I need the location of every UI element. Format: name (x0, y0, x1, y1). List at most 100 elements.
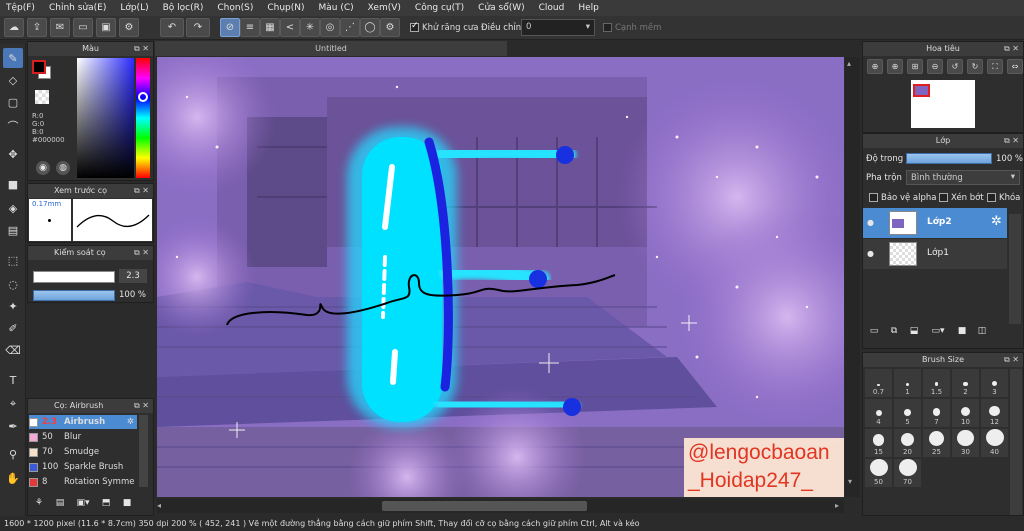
menu-layer[interactable]: Lớp(L) (120, 3, 148, 13)
snap-off-icon[interactable]: ⊘ (220, 18, 240, 37)
brush-item[interactable]: 70 Smudge (29, 445, 137, 459)
menu-capture[interactable]: Chụp(N) (267, 3, 304, 13)
move-tool-icon[interactable]: ✥ (3, 144, 23, 164)
layer-effect-icon[interactable]: ⬓ (906, 326, 922, 342)
scroll-down-icon[interactable]: ▾ (848, 477, 852, 486)
brush-size-scrollbar[interactable] (1010, 369, 1022, 515)
protect-alpha-toggle[interactable]: Bảo vệ alpha (869, 193, 936, 203)
eye-icon[interactable]: ● (867, 249, 874, 258)
layer-list-scrollbar[interactable] (1009, 214, 1021, 324)
fill-tool-icon[interactable]: ◈ (3, 198, 23, 218)
zoom-out-icon[interactable]: ⊖ (927, 59, 943, 74)
zoom-in-icon[interactable]: ⊕ (867, 59, 883, 74)
pen-tool-icon[interactable]: ✒ (3, 416, 23, 436)
menu-filter[interactable]: Bộ lọc(R) (163, 3, 204, 13)
chat-icon[interactable]: ✉ (50, 18, 70, 37)
menu-help[interactable]: Help (578, 3, 599, 13)
panel-close-icon[interactable]: ⧉ ✕ (134, 246, 149, 260)
smooth-edge-checkbox[interactable] (603, 23, 612, 32)
brush-size-option[interactable]: 1.5 (923, 369, 950, 397)
snap-settings-icon[interactable]: ⚙ (380, 18, 400, 37)
panel-close-icon[interactable]: ⧉ ✕ (134, 184, 149, 198)
layer-row-2[interactable]: ● Lớp2 ✲ (863, 208, 1007, 238)
protect-alpha-checkbox[interactable] (869, 193, 878, 202)
brush-size-option[interactable]: 1 (894, 369, 921, 397)
smooth-edge-toggle[interactable]: Cạnh mềm (603, 23, 661, 33)
undo-icon[interactable]: ↶ (160, 18, 184, 37)
clip-toggle[interactable]: Xén bớt (939, 193, 984, 203)
divide-tool-icon[interactable]: ⌖ (3, 394, 23, 414)
adjust-select[interactable]: 0 ▾ (521, 19, 595, 36)
lock-toggle[interactable]: Khóa (987, 193, 1020, 203)
panel-close-icon[interactable]: ⧉ ✕ (1004, 353, 1019, 367)
primary-color-swatch[interactable] (32, 60, 46, 74)
new-layer-icon[interactable]: ▭ (866, 326, 882, 342)
brush-list-scrollbar[interactable] (139, 415, 148, 487)
color-settings-icon[interactable]: ◍ (56, 161, 70, 175)
panel-close-icon[interactable]: ⧉ ✕ (134, 42, 149, 56)
rect-tool-icon[interactable]: ■ (3, 174, 23, 194)
menu-color[interactable]: Màu (C) (319, 3, 354, 13)
delete-brush-icon[interactable]: ⬒ (97, 498, 115, 508)
brush-menu-icon[interactable]: ▣▾ (72, 498, 94, 508)
panel-close-icon[interactable]: ⧉ ✕ (1004, 42, 1019, 56)
select-pen-icon[interactable]: ✐ (3, 318, 23, 338)
panel-close-icon[interactable]: ⧉ ✕ (1004, 134, 1019, 148)
save-icon[interactable]: ▣ (96, 18, 116, 37)
brush-size-option[interactable]: 2 (952, 369, 979, 397)
grid-snap-icon[interactable]: ▦ (260, 18, 280, 37)
flip-icon[interactable]: ⇔ (1007, 59, 1023, 74)
menu-tools[interactable]: Công cụ(T) (415, 3, 464, 13)
brush-size-value[interactable]: 2.3 (119, 269, 147, 283)
layer-opacity-slider[interactable] (906, 153, 992, 164)
clip-checkbox[interactable] (939, 193, 948, 202)
layer-row-1[interactable]: ● Lớp1 (863, 239, 1007, 269)
reset-rotation-icon[interactable]: ⛶ (987, 59, 1003, 74)
brush-size-option[interactable]: 4 (865, 399, 892, 427)
add-brush-icon[interactable]: ⚘ (30, 498, 48, 508)
brush-size-option[interactable]: 40 (981, 429, 1008, 457)
brush-size-option[interactable]: 25 (923, 429, 950, 457)
scroll-right-icon[interactable]: ▸ (835, 501, 843, 511)
brush-size-option[interactable]: 5 (894, 399, 921, 427)
antialias-checkbox[interactable] (410, 21, 419, 32)
transparent-color-icon[interactable] (35, 90, 49, 104)
lock-checkbox[interactable] (987, 193, 996, 202)
drawing-canvas[interactable]: @lengocbaoan _Hoidap247_ (157, 57, 844, 497)
export-icon[interactable]: ⇪ (27, 18, 47, 37)
parallel-snap-icon[interactable]: ≡ (240, 18, 260, 37)
blend-mode-select[interactable]: Bình thường ▾ (906, 170, 1020, 185)
gradient-tool-icon[interactable]: ▤ (3, 220, 23, 240)
menu-cloud[interactable]: Cloud (539, 3, 565, 13)
radial-snap-icon[interactable]: ✳ (300, 18, 320, 37)
rotate-left-icon[interactable]: ↺ (947, 59, 963, 74)
brush-item[interactable]: 2.3 Airbrush ✲ (29, 415, 137, 429)
scroll-up-icon[interactable]: ▴ (847, 59, 851, 68)
magic-wand-icon[interactable]: ✦ (3, 296, 23, 316)
scroll-left-icon[interactable]: ◂ (157, 501, 165, 511)
brush-item[interactable]: 50 Blur (29, 430, 137, 444)
navigator-thumbnail[interactable] (911, 80, 975, 128)
navigator-viewport[interactable] (913, 84, 930, 97)
perspective-snap-icon[interactable]: < (280, 18, 300, 37)
brush-size-option[interactable]: 0.7 (865, 369, 892, 397)
horizontal-scrollbar[interactable]: ◂ ▸ (157, 499, 844, 513)
brush-opacity-slider[interactable] (33, 290, 115, 301)
cloud-icon[interactable]: ☁ (4, 18, 24, 37)
settings-icon[interactable]: ⚙ (119, 18, 139, 37)
menu-select[interactable]: Chọn(S) (217, 3, 253, 13)
brush-item[interactable]: 8 Rotation Symme (29, 475, 137, 489)
layer-menu-icon[interactable]: ▭▾ (926, 326, 950, 342)
panel-close-icon[interactable]: ⧉ ✕ (134, 399, 149, 413)
menu-file[interactable]: Tệp(F) (6, 3, 35, 13)
merge-icon[interactable]: ◫ (974, 326, 990, 342)
brush-item[interactable]: 100 Sparkle Brush (29, 460, 137, 474)
brush-size-option[interactable]: 20 (894, 429, 921, 457)
select-tool-icon[interactable]: ▢ (3, 92, 23, 112)
marquee-tool-icon[interactable]: ⬚ (3, 250, 23, 270)
select-eraser-icon[interactable]: ⌫ (3, 340, 23, 360)
antialias-toggle[interactable]: Khử răng cưa (410, 21, 479, 33)
brush-size-slider[interactable] (33, 271, 115, 283)
brush-size-option[interactable]: 15 (865, 429, 892, 457)
menu-view[interactable]: Xem(V) (368, 3, 401, 13)
